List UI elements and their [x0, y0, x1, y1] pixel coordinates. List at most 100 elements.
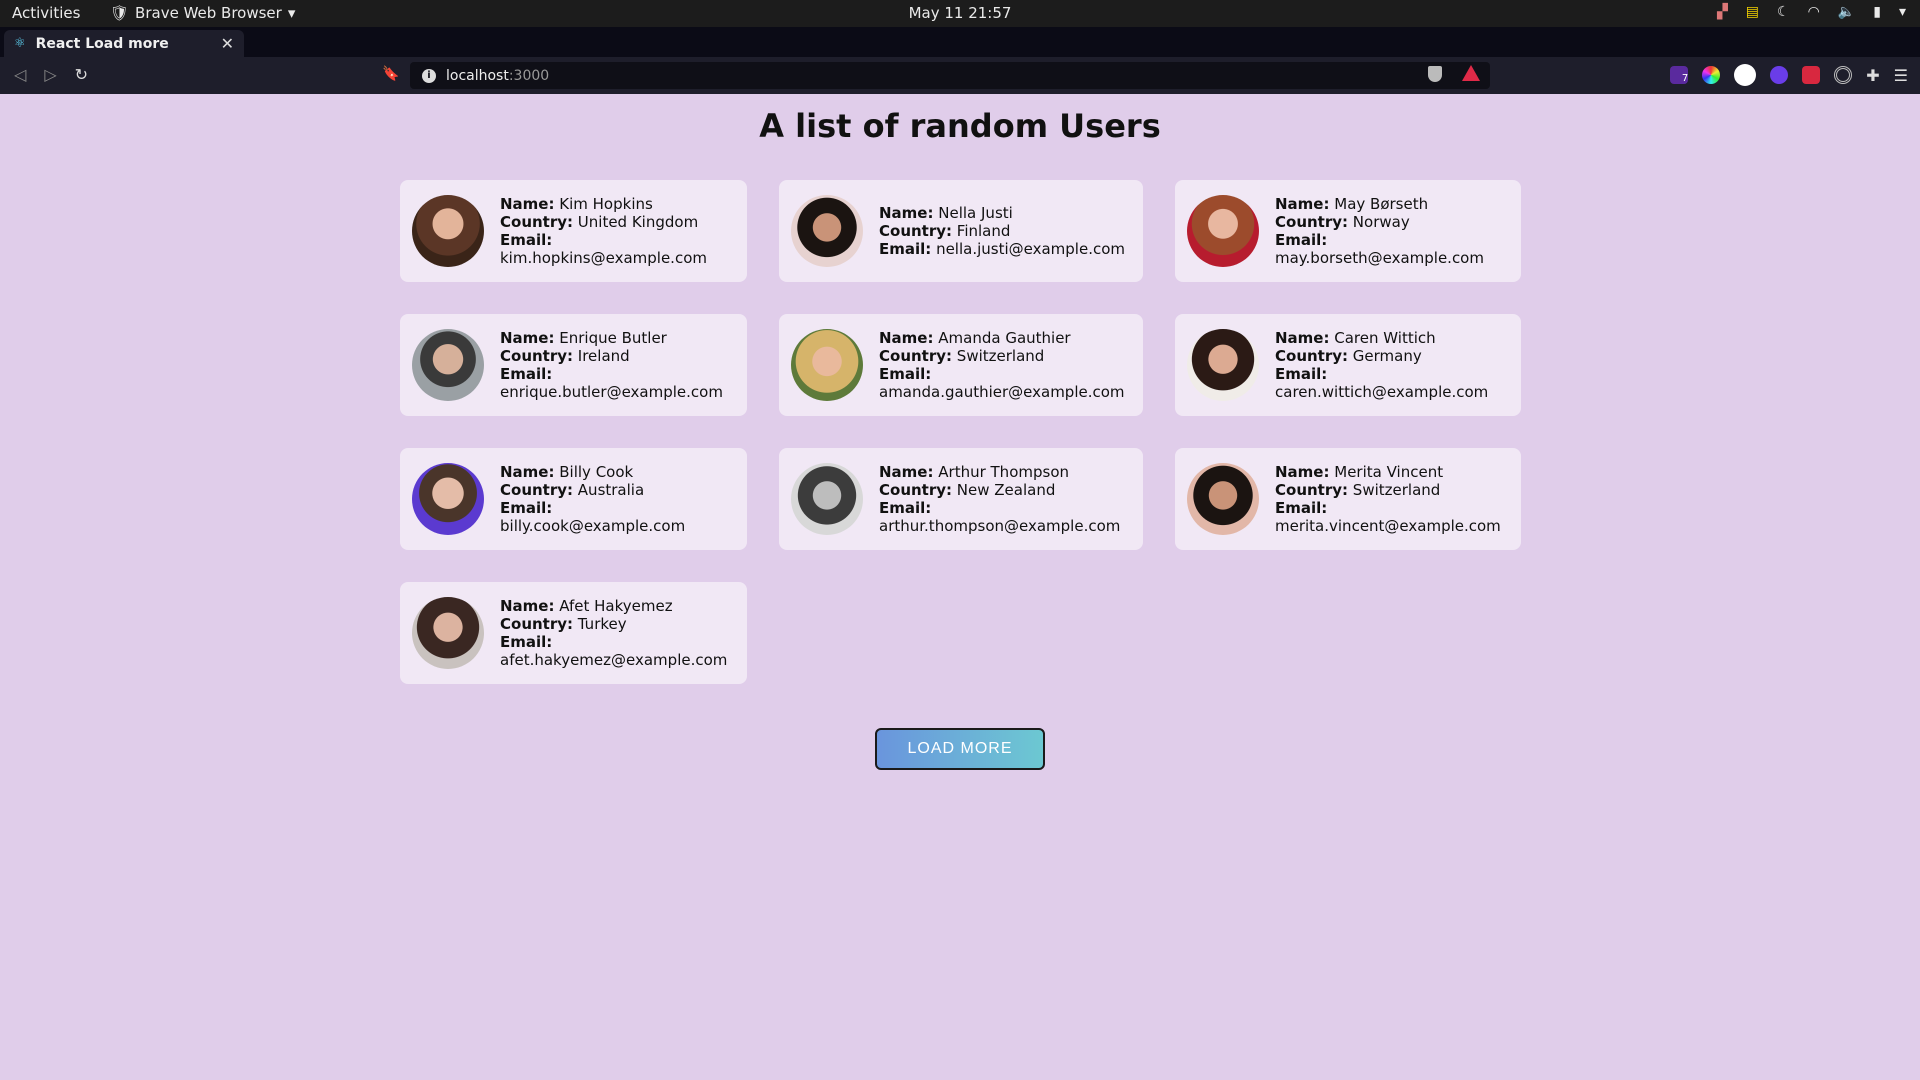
- user-name: Caren Wittich: [1334, 329, 1436, 347]
- user-country: Norway: [1352, 213, 1410, 231]
- user-country: Turkey: [577, 615, 627, 633]
- react-logo-icon: ⚛: [14, 36, 26, 51]
- forward-icon[interactable]: ▷: [44, 65, 56, 84]
- user-country: United Kingdom: [577, 213, 699, 231]
- user-card: Name: Enrique Butler Country: Ireland Em…: [400, 314, 747, 416]
- back-icon[interactable]: ◁: [14, 65, 26, 84]
- load-more-button[interactable]: LOAD MORE: [875, 728, 1045, 770]
- app-menu-label: Brave Web Browser: [135, 4, 282, 22]
- chevron-down-icon[interactable]: ▾: [1899, 4, 1906, 20]
- user-email: afet.hakyemez@example.com: [500, 651, 728, 669]
- name-label: Name:: [1275, 195, 1330, 213]
- color-picker-extension-icon[interactable]: [1702, 66, 1721, 84]
- email-label: Email:: [1275, 365, 1328, 383]
- avatar: [412, 463, 484, 535]
- avatar: [791, 329, 863, 401]
- email-label: Email:: [1275, 231, 1328, 249]
- page-title: A list of random Users: [759, 107, 1161, 145]
- user-country: Finland: [956, 222, 1011, 240]
- country-label: Country:: [879, 481, 953, 499]
- tab-react-load-more[interactable]: ⚛ React Load more ✕: [4, 30, 244, 57]
- user-card: Name: Nella Justi Country: Finland Email…: [779, 180, 1143, 282]
- name-label: Name:: [500, 195, 555, 213]
- avatar: [412, 329, 484, 401]
- email-label: Email:: [879, 365, 932, 383]
- user-email: enrique.butler@example.com: [500, 383, 723, 401]
- chevron-down-icon: ▾: [287, 4, 296, 22]
- bookmark-icon[interactable]: 🔖: [382, 66, 399, 82]
- activities-button[interactable]: Activities: [12, 4, 80, 22]
- url-text[interactable]: localhost:3000: [446, 68, 549, 84]
- brave-lion-icon: 🛡: [110, 4, 130, 22]
- avatar: [1187, 329, 1259, 401]
- user-name: Amanda Gauthier: [938, 329, 1071, 347]
- user-card: Name: Caren Wittich Country: Germany Ema…: [1175, 314, 1521, 416]
- reload-icon[interactable]: ↻: [75, 65, 88, 84]
- country-label: Country:: [879, 222, 953, 240]
- purple-extension-icon[interactable]: [1770, 66, 1789, 84]
- country-label: Country:: [1275, 347, 1349, 365]
- country-label: Country:: [1275, 481, 1349, 499]
- user-name: Arthur Thompson: [938, 463, 1070, 481]
- country-label: Country:: [879, 347, 953, 365]
- extensions-puzzle-icon[interactable]: ✚: [1866, 66, 1879, 85]
- name-label: Name:: [1275, 329, 1330, 347]
- menu-icon[interactable]: ☰: [1894, 66, 1908, 85]
- user-email: nella.justi@example.com: [936, 240, 1125, 258]
- user-card: Name: Kim Hopkins Country: United Kingdo…: [400, 180, 747, 282]
- user-country: Switzerland: [1352, 481, 1441, 499]
- user-country: Ireland: [577, 347, 630, 365]
- user-email: caren.wittich@example.com: [1275, 383, 1489, 401]
- system-tray[interactable]: ▞ ▤ ☾ ◠ 🔈 ▮ ▾: [1717, 4, 1906, 20]
- country-label: Country:: [500, 615, 574, 633]
- user-name: Billy Cook: [559, 463, 634, 481]
- avatar: [1187, 195, 1259, 267]
- country-label: Country:: [1275, 213, 1349, 231]
- site-info-icon[interactable]: i: [422, 68, 436, 83]
- system-top-bar: Activities 🛡 Brave Web Browser ▾ May 11 …: [0, 0, 1920, 27]
- battery-icon[interactable]: ▮: [1873, 4, 1881, 20]
- user-name: Kim Hopkins: [559, 195, 653, 213]
- extension-badge-count: 7: [1681, 73, 1689, 84]
- user-email: amanda.gauthier@example.com: [879, 383, 1125, 401]
- avatar: [791, 195, 863, 267]
- brave-rewards-icon[interactable]: [1462, 65, 1480, 81]
- avatar: [412, 195, 484, 267]
- user-email: merita.vincent@example.com: [1275, 517, 1501, 535]
- notes-icon[interactable]: ▤: [1746, 4, 1759, 20]
- user-name: Afet Hakyemez: [559, 597, 673, 615]
- name-label: Name:: [500, 329, 555, 347]
- white-circle-extension-icon[interactable]: [1734, 64, 1757, 86]
- user-card: Name: Amanda Gauthier Country: Switzerla…: [779, 314, 1143, 416]
- country-label: Country:: [500, 481, 574, 499]
- user-email: may.borseth@example.com: [1275, 249, 1484, 267]
- country-label: Country:: [500, 213, 574, 231]
- address-bar[interactable]: i localhost:3000: [410, 62, 1490, 89]
- avatar: [412, 597, 484, 669]
- clock[interactable]: May 11 21:57: [909, 4, 1012, 22]
- user-name: Enrique Butler: [559, 329, 667, 347]
- user-card: Name: Billy Cook Country: Australia Emai…: [400, 448, 747, 550]
- browser-toolbar: ◁ ▷ ↻ 🔖 i localhost:3000 7 ✚ ☰: [0, 57, 1920, 94]
- brave-shields-icon[interactable]: [1428, 66, 1442, 82]
- user-name: Merita Vincent: [1334, 463, 1444, 481]
- tab-title: React Load more: [35, 35, 169, 52]
- night-light-icon[interactable]: ☾: [1777, 4, 1790, 20]
- name-label: Name:: [500, 597, 555, 615]
- tray-app-icon[interactable]: ▞: [1717, 4, 1728, 20]
- target-extension-icon[interactable]: [1834, 66, 1853, 84]
- extensions-area: 7 ✚ ☰: [1670, 64, 1908, 86]
- country-label: Country:: [500, 347, 574, 365]
- close-icon[interactable]: ✕: [221, 34, 234, 53]
- email-label: Email:: [500, 633, 553, 651]
- volume-icon[interactable]: 🔈: [1838, 4, 1855, 20]
- extension-badge-icon[interactable]: 7: [1670, 66, 1689, 84]
- user-country: Australia: [577, 481, 645, 499]
- wifi-icon[interactable]: ◠: [1808, 4, 1820, 20]
- red-extension-icon[interactable]: [1802, 66, 1821, 84]
- name-label: Name:: [500, 463, 555, 481]
- app-menu[interactable]: 🛡 Brave Web Browser ▾: [110, 4, 295, 22]
- name-label: Name:: [879, 463, 934, 481]
- email-label: Email:: [1275, 499, 1328, 517]
- user-card: Name: Arthur Thompson Country: New Zeala…: [779, 448, 1143, 550]
